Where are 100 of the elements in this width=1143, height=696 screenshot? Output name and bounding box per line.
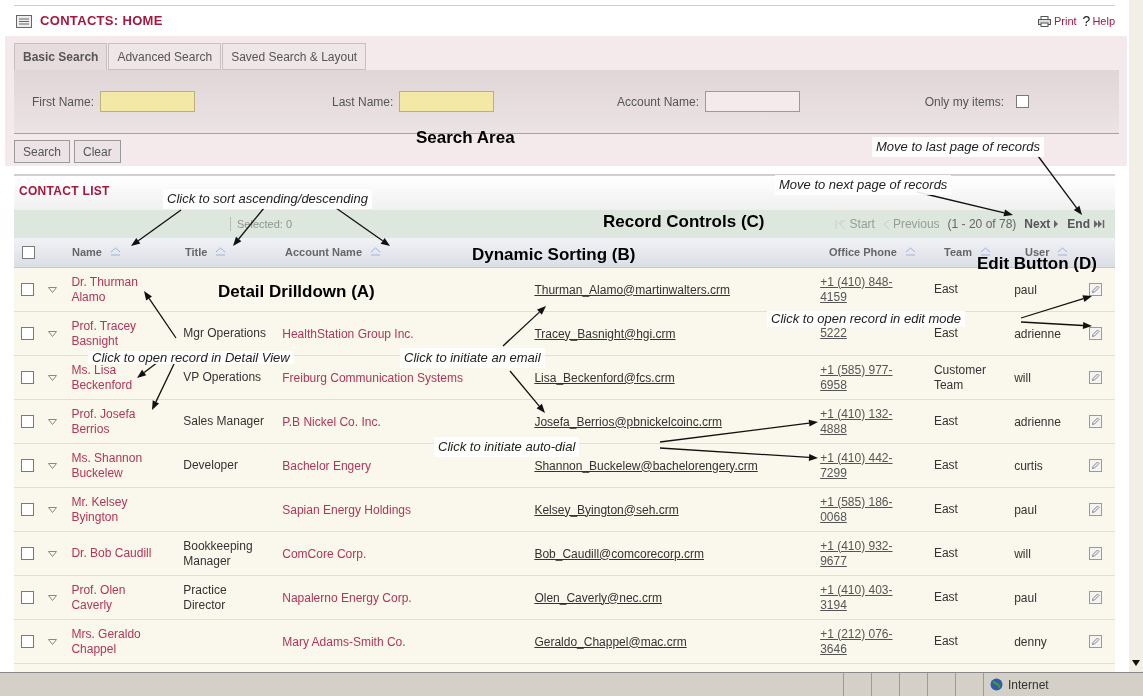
annotation-heading: Search Area [416, 127, 515, 149]
table-cell-text: East [933, 590, 959, 605]
contact-name-link[interactable]: Mr. Kelsey Byington [71, 494, 168, 525]
edit-icon[interactable] [1088, 547, 1102, 560]
caret-icon[interactable] [48, 286, 58, 293]
email-link[interactable]: Geraldo_Chappel@mac.crm [534, 634, 687, 649]
phone-link[interactable]: +1 (410) 403-3194 [820, 582, 918, 613]
edit-icon[interactable] [1088, 327, 1102, 340]
contact-name-link[interactable]: Mrs. Geraldo Chappel [71, 626, 168, 657]
text-field[interactable] [100, 91, 195, 112]
phone-link[interactable]: +1 (410) 932-9677 [820, 538, 918, 569]
annotation-note: Click to initiate auto-dial [434, 437, 580, 457]
caret-icon[interactable] [48, 462, 58, 469]
table-cell: Mgr Operations [183, 326, 267, 341]
caret-icon[interactable] [48, 418, 58, 425]
table-cell-text: Practice Director [183, 582, 228, 613]
caret-icon[interactable] [48, 550, 58, 557]
contact-name-link[interactable]: Prof. Josefa Berrios [71, 406, 168, 437]
email-link[interactable]: Josefa_Berrios@pbnickelcoinc.crm [534, 414, 722, 429]
account-link[interactable]: Mary Adams-Smith Co. [282, 634, 406, 649]
column-header[interactable]: Title [185, 244, 208, 261]
table-cell-text: East [933, 546, 959, 561]
table-cell: will [1014, 370, 1031, 385]
search-button[interactable]: Clear [74, 140, 121, 163]
table-cell-text: East [933, 282, 959, 297]
caret-icon[interactable] [48, 374, 58, 381]
search-tab[interactable]: Basic Search [14, 43, 108, 70]
search-tab[interactable]: Saved Search & Layout [222, 43, 367, 70]
search-tab[interactable]: Advanced Search [108, 43, 222, 70]
contact-name-link[interactable]: Dr. Bob Caudill [71, 546, 168, 561]
phone-link[interactable]: +1 (410) 848-4159 [820, 274, 918, 305]
edit-icon[interactable] [1088, 371, 1102, 384]
phone-link[interactable]: +1 (585) 186-0068 [820, 494, 918, 525]
caret-icon[interactable] [48, 638, 58, 645]
table-cell: denny [1014, 634, 1047, 649]
caret-icon[interactable] [48, 594, 58, 601]
checkbox[interactable] [21, 415, 35, 428]
sort-icon[interactable] [979, 246, 991, 259]
pager-button[interactable]: End [1067, 215, 1105, 233]
checkbox[interactable] [21, 635, 35, 648]
account-link[interactable]: Sapian Energy Holdings [282, 502, 411, 517]
checkbox[interactable] [21, 327, 35, 340]
contact-name-link[interactable]: Prof. Tracey Basnight [71, 318, 168, 349]
table-cell: paul [1014, 282, 1037, 297]
checkbox[interactable] [21, 459, 35, 472]
account-link[interactable]: HealthStation Group Inc. [282, 326, 414, 341]
annotation-arrow [144, 291, 177, 339]
annotation-arrow [1020, 321, 1092, 329]
column-header[interactable]: Office Phone [829, 244, 897, 261]
column-header[interactable]: Team [944, 244, 972, 261]
edit-icon[interactable] [1088, 459, 1102, 472]
account-link[interactable]: Napalerno Energy Corp. [282, 590, 412, 605]
email-link[interactable]: Kelsey_Byington@seh.crm [534, 502, 679, 517]
checkbox[interactable] [21, 503, 35, 516]
text-field[interactable] [399, 91, 495, 112]
email-link[interactable]: Lisa_Beckenford@fcs.crm [534, 370, 675, 385]
account-link[interactable]: Freiburg Communication Systems [282, 370, 463, 385]
field-label: First Name: [32, 93, 94, 111]
email-link[interactable]: Bob_Caudill@comcorecorp.crm [534, 546, 704, 561]
column-header[interactable]: Name [72, 244, 102, 261]
email-link[interactable]: Shannon_Buckelew@bachelorengery.crm [534, 458, 758, 473]
phone-link[interactable]: +1 (410) 132-4888 [820, 406, 918, 437]
caret-icon[interactable] [48, 506, 58, 513]
first-page-icon [834, 218, 847, 230]
checkbox[interactable] [21, 591, 35, 604]
email-link[interactable]: Olen_Caverly@nec.crm [534, 590, 662, 605]
annotation-arrow [1037, 155, 1082, 215]
checkbox[interactable] [21, 246, 35, 259]
account-link[interactable]: P.B Nickel Co. Inc. [282, 414, 381, 429]
phone-link[interactable]: +1 (410) 442-7299 [820, 450, 918, 481]
page-range: (1 - 20 of 78) [947, 216, 1017, 233]
phone-link[interactable]: +1 (212) 076-3646 [820, 626, 918, 657]
column-header[interactable]: Account Name [285, 244, 363, 261]
account-link[interactable]: Bachelor Engery [282, 458, 371, 473]
caret-icon[interactable] [48, 330, 58, 337]
edit-icon[interactable] [1088, 591, 1102, 604]
checkbox[interactable] [1016, 95, 1029, 108]
edit-icon[interactable] [1088, 283, 1102, 296]
contact-name-link[interactable]: Prof. Olen Caverly [71, 582, 168, 613]
checkbox[interactable] [21, 371, 35, 384]
contact-name-link[interactable]: Dr. Thurman Alamo [71, 274, 168, 305]
text-field[interactable] [705, 91, 801, 112]
help-link[interactable]: ?Help [1082, 10, 1115, 32]
edit-icon[interactable] [1088, 503, 1102, 516]
phone-link[interactable]: +1 (585) 977-6958 [820, 362, 918, 393]
annotation-heading: Detail Drilldown (A) [218, 281, 375, 303]
print-link[interactable]: Print [1037, 12, 1077, 30]
edit-icon[interactable] [1088, 415, 1102, 428]
pager-button[interactable]: Next [1024, 215, 1060, 233]
contact-name-link[interactable]: Ms. Shannon Buckelew [71, 450, 168, 481]
email-link[interactable]: Tracey_Basnight@hgi.crm [534, 326, 676, 341]
account-link[interactable]: ComCore Corp. [282, 546, 367, 561]
phone-link[interactable]: 5222 [820, 326, 847, 341]
checkbox[interactable] [21, 283, 35, 296]
search-button[interactable]: Search [14, 140, 71, 163]
table-cell: will [1014, 546, 1031, 561]
edit-icon[interactable] [1088, 635, 1102, 648]
checkbox[interactable] [21, 547, 35, 560]
email-link[interactable]: Thurman_Alamo@martinwalters.crm [534, 282, 730, 297]
field-label: Last Name: [332, 93, 394, 111]
